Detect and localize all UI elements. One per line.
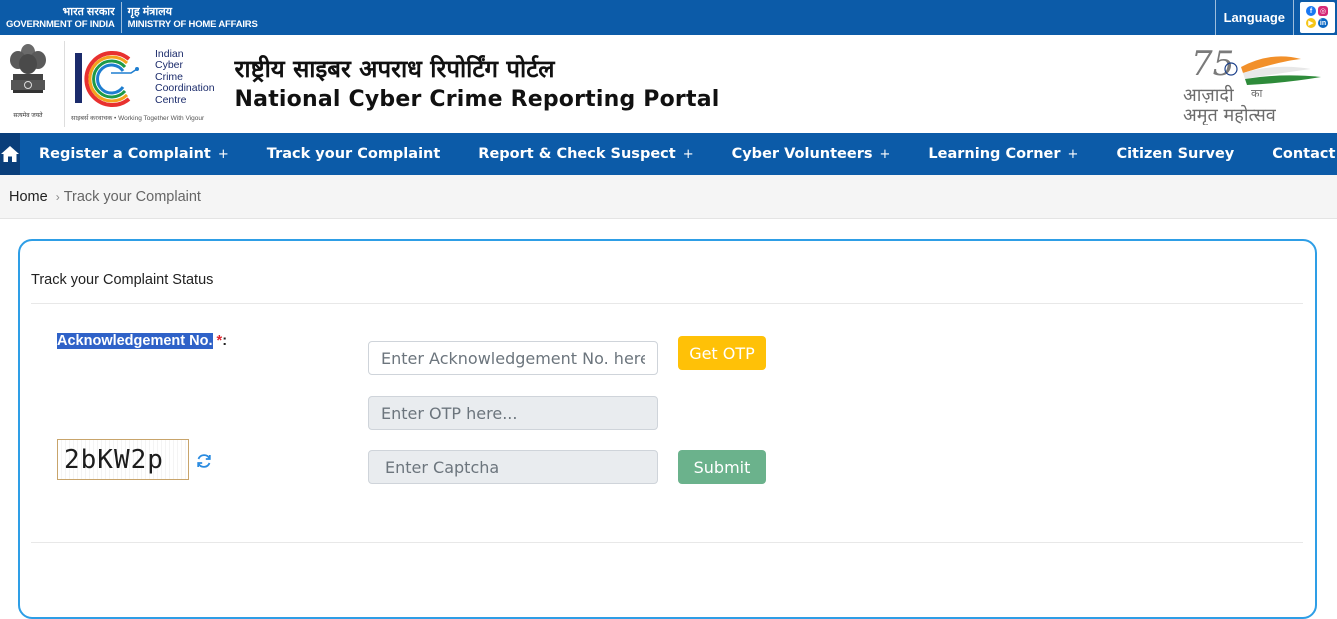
site-header: सत्यमेव जयते Indian Cyber Crime Coordina…: [0, 35, 1337, 133]
captcha-input[interactable]: [368, 450, 658, 484]
expand-plus-icon: +: [1067, 146, 1079, 162]
linkedin-icon[interactable]: in: [1318, 18, 1328, 28]
breadcrumb-current: Track your Complaint: [63, 188, 201, 205]
expand-plus-icon: +: [879, 146, 891, 162]
nav-register-complaint[interactable]: Register a Complaint +: [20, 133, 248, 175]
i4c-name: Indian Cyber Crime Coordination Centre: [155, 47, 215, 106]
breadcrumb-chevron-icon: ›: [55, 189, 60, 204]
language-button[interactable]: Language: [1214, 0, 1294, 35]
nav-home-button[interactable]: [0, 133, 20, 175]
nav-citizen-survey[interactable]: Citizen Survey: [1097, 133, 1253, 175]
captcha-image: 2bKW2p: [57, 439, 189, 480]
i4c-emblem-icon: [75, 50, 139, 107]
portal-title-hindi: राष्ट्रीय साइबर अपराध रिपोर्टिंग पोर्टल: [234, 55, 555, 83]
breadcrumb: Home › Track your Complaint: [0, 175, 1337, 219]
emblem-icon: [10, 44, 46, 93]
otp-input[interactable]: [368, 396, 658, 430]
nav-report-check-suspect[interactable]: Report & Check Suspect +: [459, 133, 712, 175]
track-complaint-card: Track your Complaint Status Acknowledgem…: [18, 239, 1317, 619]
gov-strip: भारत सरकार GOVERNMENT OF INDIA गृह मंत्र…: [0, 0, 1337, 35]
facebook-icon[interactable]: f: [1306, 6, 1316, 16]
i4c-logo[interactable]: Indian Cyber Crime Coordination Centre स…: [64, 41, 215, 127]
mha-block: गृह मंत्रालय MINISTRY OF HOME AFFAIRS: [122, 0, 264, 35]
i4c-tagline: साइबर्स करवाचक • Working Together With V…: [71, 114, 205, 122]
divider: [31, 542, 1303, 543]
language-area: Language f ◎ ▶ in: [1214, 0, 1337, 35]
instagram-icon[interactable]: ◎: [1318, 6, 1328, 16]
azadi-line-1: आज़ादी: [1183, 84, 1234, 106]
card-title: Track your Complaint Status: [31, 272, 214, 288]
portal-title-english: National Cyber Crime Reporting Portal: [234, 87, 720, 112]
nav-track-complaint[interactable]: Track your Complaint: [248, 133, 460, 175]
submit-button[interactable]: Submit: [678, 450, 766, 484]
portal-title: राष्ट्रीय साइबर अपराध रिपोर्टिंग पोर्टल …: [235, 53, 720, 115]
breadcrumb-home-link[interactable]: Home: [9, 189, 48, 205]
emblem-motto: सत्यमेव जयते: [13, 113, 43, 119]
mha-english: MINISTRY OF HOME AFFAIRS: [127, 19, 258, 30]
azadi-line-2: अमृत महोत्सव: [1183, 104, 1277, 125]
acknowledgement-number-input[interactable]: [368, 341, 658, 375]
youtube-icon[interactable]: ▶: [1306, 18, 1316, 28]
gov-india-block: भारत सरकार GOVERNMENT OF INDIA: [0, 0, 121, 35]
azadi-ka-amrit-mahotsav-logo: 75 आज़ादी का अमृत महोत्सव: [1183, 44, 1321, 125]
azadi-ka: का: [1251, 87, 1262, 100]
gov-india-hindi: भारत सरकार: [62, 6, 115, 18]
home-icon: [1, 146, 19, 162]
gov-india-english: GOVERNMENT OF INDIA: [6, 19, 115, 30]
nav-contact-us[interactable]: Contact Us: [1253, 133, 1337, 175]
expand-plus-icon: +: [682, 146, 694, 162]
nav-learning-corner[interactable]: Learning Corner +: [909, 133, 1097, 175]
mha-hindi: गृह मंत्रालय: [127, 6, 173, 18]
divider: [31, 303, 1303, 304]
expand-plus-icon: +: [217, 146, 229, 162]
acknowledgement-label: Acknowledgement No. *:: [57, 333, 228, 349]
social-links: f ◎ ▶ in: [1300, 2, 1335, 33]
refresh-icon[interactable]: [195, 452, 213, 470]
main-nav: Register a Complaint + Track your Complai…: [0, 133, 1337, 175]
get-otp-button[interactable]: Get OTP: [678, 336, 766, 370]
national-emblem: सत्यमेव जयते: [0, 42, 56, 126]
nav-cyber-volunteers[interactable]: Cyber Volunteers +: [713, 133, 910, 175]
